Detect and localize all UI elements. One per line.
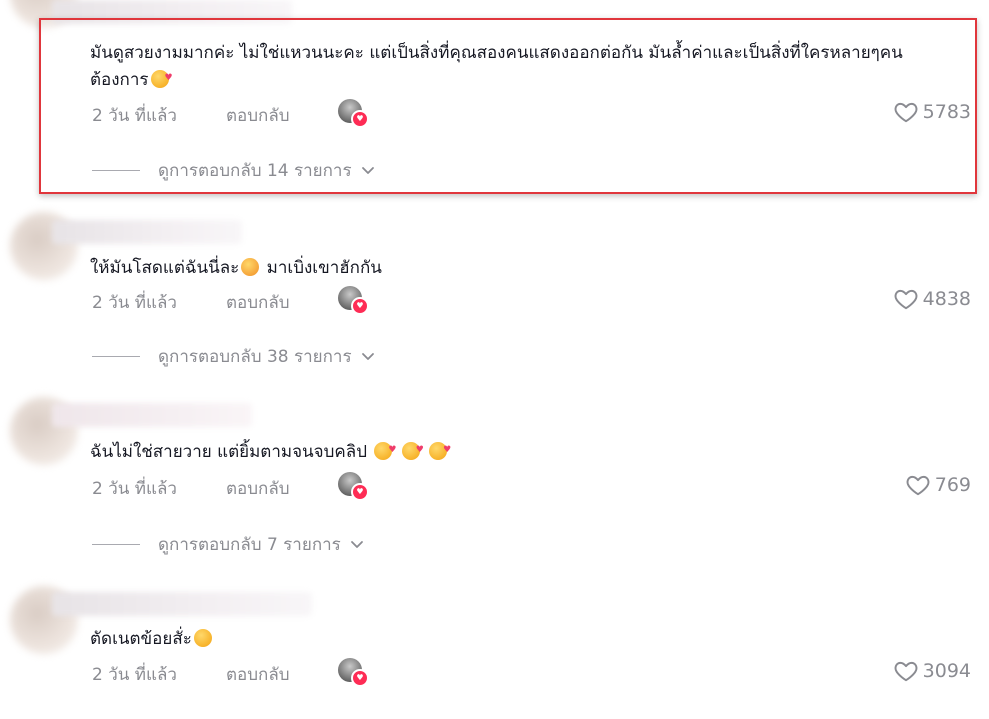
username-blurred[interactable]: [52, 403, 252, 427]
reply-button[interactable]: ตอบกลับ: [226, 289, 290, 316]
like-count: 4838: [922, 288, 971, 310]
view-replies-label: ดูการตอบกลับ 38 รายการ: [158, 346, 352, 367]
divider-line: [92, 355, 140, 357]
comment-item: ตัดเนตข้อยสั่ะ 2 วัน ที่แล้ว ตอบกลับ ♥ 3…: [0, 570, 989, 719]
like-count: 3094: [922, 660, 971, 682]
comment-text: ตัดเนตข้อยสั่ะ: [90, 629, 192, 649]
heart-badge-icon: ♥: [351, 483, 369, 501]
comment-item: ฉันไม่ใช่สายวาย แต่ยิ้มตามจนจบคลิป 2 วัน…: [0, 385, 989, 570]
comment-text-block: ตัดเนตข้อยสั่ะ: [90, 626, 959, 653]
like-button[interactable]: 4838: [893, 286, 971, 312]
comment-text: ให้มันโสดแต่ฉันนี่ละ: [90, 258, 240, 278]
comment-text: ฉันไม่ใช่สายวาย แต่ยิ้มตามจนจบคลิป: [90, 442, 368, 462]
like-count: 769: [934, 474, 971, 496]
comment-text-after: มาเบิ่งเขาฮักกัน: [266, 258, 382, 278]
heart-badge-icon: ♥: [351, 297, 369, 315]
like-button[interactable]: 3094: [893, 658, 971, 684]
heart-outline-icon: [894, 661, 918, 682]
highlight-box: [39, 18, 977, 194]
reply-button[interactable]: ตอบกลับ: [226, 661, 290, 688]
smiling-face-with-hearts-icon: [374, 437, 396, 464]
view-replies-label: ดูการตอบกลับ 7 รายการ: [158, 534, 341, 555]
divider-line: [92, 543, 140, 545]
like-button[interactable]: 769: [905, 472, 971, 498]
pleading-face-icon: [241, 258, 260, 276]
view-replies-button[interactable]: ดูการตอบกลับ 38 รายการ: [92, 345, 376, 367]
heart-outline-icon: [906, 475, 930, 496]
creator-liked-avatar: ♥: [338, 472, 369, 501]
creator-liked-avatar: ♥: [338, 658, 369, 687]
comment-time: 2 วัน ที่แล้ว: [92, 293, 177, 313]
comment-time: 2 วัน ที่แล้ว: [92, 665, 177, 685]
smiling-face-with-hearts-icon: [401, 437, 424, 464]
smiling-face-with-hearts-icon: [429, 437, 451, 464]
comment-text-block: ฉันไม่ใช่สายวาย แต่ยิ้มตามจนจบคลิป: [90, 437, 959, 466]
username-blurred[interactable]: [52, 220, 242, 244]
chevron-down-icon: [361, 353, 374, 360]
comment-meta: 2 วัน ที่แล้ว ตอบกลับ ♥ 3094: [92, 658, 971, 688]
heart-outline-icon: [894, 289, 918, 310]
username-blurred[interactable]: [52, 592, 312, 616]
heart-badge-icon: ♥: [351, 669, 369, 687]
creator-liked-avatar: ♥: [338, 286, 369, 315]
chevron-down-icon: [350, 541, 363, 548]
comment-text-block: ให้มันโสดแต่ฉันนี่ละ มาเบิ่งเขาฮักกัน: [90, 255, 959, 282]
view-replies-button[interactable]: ดูการตอบกลับ 7 รายการ: [92, 533, 365, 555]
grinning-sweat-face-icon: [193, 629, 212, 647]
comment-item: ให้มันโสดแต่ฉันนี่ละ มาเบิ่งเขาฮักกัน 2 …: [0, 200, 989, 385]
comment-meta: 2 วัน ที่แล้ว ตอบกลับ ♥ 4838: [92, 286, 971, 316]
reply-button[interactable]: ตอบกลับ: [226, 475, 290, 502]
comment-time: 2 วัน ที่แล้ว: [92, 479, 177, 499]
comment-meta: 2 วัน ที่แล้ว ตอบกลับ ♥ 769: [92, 472, 971, 502]
